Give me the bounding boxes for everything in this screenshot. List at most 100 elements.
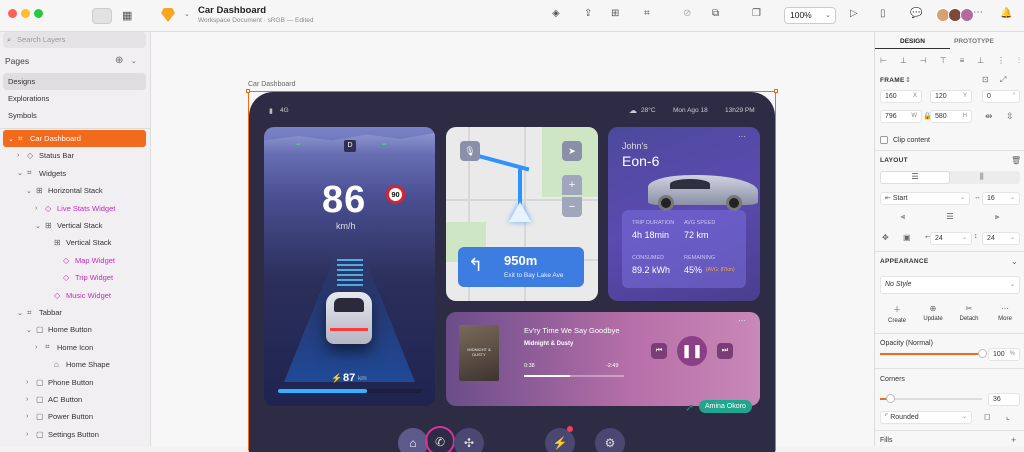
vertical-direction-icon[interactable]: ⫼: [980, 172, 984, 182]
bell-icon[interactable]: 🔔: [1000, 8, 1012, 19]
tidy-icon[interactable]: ⫶: [1018, 56, 1020, 68]
update-style-button[interactable]: ⊕ Update: [916, 304, 950, 322]
layer-item[interactable]: ⌄ ⊞ Vertical Stack: [0, 217, 151, 234]
chevron-down-icon[interactable]: ⌄: [131, 57, 137, 65]
layer-item[interactable]: ⌄ ⌗ Widgets: [0, 165, 151, 182]
insert-icon[interactable]: ⊞: [611, 8, 619, 19]
locate-icon[interactable]: ➤: [562, 141, 582, 161]
canvas[interactable]: Car Dashboard ▮ 4G ☁ 28°C Mon Ago 18 13h…: [151, 32, 874, 452]
corner-style-select[interactable]: ⌜ Rounded ⌄: [880, 411, 972, 424]
more-icon[interactable]: ⋯: [738, 132, 746, 141]
disclosure-chevron-icon[interactable]: ⌄: [8, 135, 14, 143]
distribute-icon[interactable]: ⋮: [997, 56, 1005, 68]
layer-item[interactable]: ⌄ ⊞ Horizontal Stack: [0, 182, 151, 199]
align-top-icon[interactable]: ⊤: [940, 56, 947, 68]
layer-item[interactable]: ⌄ ▢ Home Button: [0, 321, 151, 338]
direction-toggle[interactable]: ☰ ⫼: [880, 171, 1020, 184]
zoom-select[interactable]: 100% ⌄: [784, 7, 836, 24]
layer-item[interactable]: › ▢ Phone Button: [0, 374, 151, 391]
width-field[interactable]: 796 W: [880, 110, 922, 123]
search-input[interactable]: ⌕ Search Layers: [3, 32, 146, 48]
map-widget[interactable]: 🎙 ➤ + − ↰ 950m Exit to Bay Lake Ave: [446, 127, 598, 301]
corners-field[interactable]: 36: [988, 393, 1020, 406]
disclosure-chevron-icon[interactable]: ⌄: [17, 169, 23, 177]
justify-right-icon[interactable]: ⫸: [995, 212, 1000, 225]
chevron-down-icon[interactable]: ⌄: [184, 10, 190, 18]
component-icon[interactable]: ◈: [552, 8, 560, 19]
rotation-field[interactable]: 0 °: [982, 90, 1020, 103]
align-select[interactable]: ⇤ Start ⌄: [880, 192, 970, 205]
more-icon[interactable]: ⋯: [738, 316, 746, 325]
disclosure-chevron-icon[interactable]: ⌄: [26, 326, 32, 334]
resize-handle[interactable]: [246, 89, 250, 93]
vertical-padding-field[interactable]: 24 ⌄: [982, 232, 1020, 245]
chevron-updown-icon[interactable]: ⇕: [905, 76, 911, 84]
align-bottom-icon[interactable]: ⊥: [977, 56, 984, 68]
justify-center-icon[interactable]: ☰: [946, 212, 953, 225]
phone-button[interactable]: ✆: [425, 426, 455, 452]
padding-mode-icon[interactable]: ▣: [903, 233, 911, 242]
align-middle-icon[interactable]: ≡: [960, 56, 965, 68]
independent-corners-icon[interactable]: ⌞: [1006, 412, 1010, 421]
fit-icon[interactable]: ⊡: [982, 75, 989, 84]
tab-prototype[interactable]: PROTOTYPE: [954, 38, 994, 45]
y-field[interactable]: 120 Y: [930, 90, 972, 103]
close-window-button[interactable]: [8, 9, 17, 18]
sketch-logo-icon[interactable]: [161, 8, 175, 22]
disclosure-chevron-icon[interactable]: ›: [26, 396, 28, 403]
add-page-icon[interactable]: ⊕: [115, 55, 123, 66]
disclosure-chevron-icon[interactable]: ⌄: [26, 187, 32, 195]
pause-icon[interactable]: ❚❚: [677, 336, 707, 366]
arrange-icon[interactable]: ❐: [752, 8, 761, 19]
clip-content-checkbox[interactable]: [880, 136, 888, 144]
create-style-button[interactable]: ＋ Create: [880, 304, 914, 324]
opacity-field[interactable]: 100%: [988, 348, 1020, 361]
disclosure-chevron-icon[interactable]: ⌄: [35, 222, 41, 230]
detach-style-button[interactable]: ✂ Detach: [952, 304, 986, 322]
layer-item[interactable]: › ▢ AC Button: [0, 391, 151, 408]
previous-track-icon[interactable]: ⏮: [651, 343, 667, 359]
ac-button[interactable]: ✣: [454, 428, 484, 452]
layer-item[interactable]: ◇ Trip Widget: [0, 269, 151, 286]
padding-icon[interactable]: ✥: [882, 233, 889, 242]
document-title[interactable]: Car Dashboard: [198, 5, 266, 16]
page-item[interactable]: Designs: [3, 73, 146, 90]
disclosure-chevron-icon[interactable]: ›: [26, 379, 28, 386]
zoom-out-icon[interactable]: −: [562, 197, 582, 217]
resize-handle[interactable]: [774, 89, 778, 93]
layer-item[interactable]: ◇ Map Widget: [0, 252, 151, 269]
sidebar-toggle-icon[interactable]: [92, 8, 112, 24]
layer-item[interactable]: › ◇ Status Bar: [0, 147, 151, 164]
layer-item[interactable]: › ▢ Settings Button: [0, 426, 151, 443]
layer-item[interactable]: ◇ Music Widget: [0, 287, 151, 304]
frame-label[interactable]: Car Dashboard: [248, 81, 295, 88]
page-item[interactable]: Symbols: [3, 107, 146, 124]
spacing-icon[interactable]: ↔: [974, 194, 981, 201]
disclosure-chevron-icon[interactable]: ›: [17, 152, 19, 159]
disclosure-chevron-icon[interactable]: ›: [26, 431, 28, 438]
disclosure-chevron-icon[interactable]: ⌄: [17, 309, 23, 317]
opacity-slider-handle[interactable]: [978, 349, 987, 358]
flip-horizontal-icon[interactable]: ⇹: [985, 111, 993, 122]
more-style-button[interactable]: ⋯ More: [988, 304, 1022, 322]
next-track-icon[interactable]: ⏭: [717, 343, 733, 359]
progress-track[interactable]: [524, 375, 624, 377]
opacity-slider[interactable]: [880, 353, 982, 355]
frame-tool-icon[interactable]: ⌗: [644, 8, 650, 19]
zoom-in-icon[interactable]: +: [562, 175, 582, 195]
align-right-icon[interactable]: ⊣: [920, 56, 927, 68]
x-field[interactable]: 160 X: [880, 90, 922, 103]
grid-view-icon[interactable]: ▦: [122, 9, 132, 22]
flip-vertical-icon[interactable]: ⇳: [1006, 111, 1014, 122]
layer-item[interactable]: ⌄ ⌗ Car Dashboard: [3, 130, 146, 147]
tab-design[interactable]: DESIGN: [900, 38, 925, 45]
align-left-icon[interactable]: ⊢: [880, 56, 887, 68]
trip-widget[interactable]: ⋯ John's Eon-6 TRIP DURATION 4h 18min AV…: [608, 127, 760, 301]
page-item[interactable]: Explorations: [3, 90, 146, 107]
layer-item[interactable]: › ◇ Live Stats Widget: [0, 200, 151, 217]
maximize-window-button[interactable]: [34, 9, 43, 18]
corners-slider[interactable]: [880, 398, 982, 400]
height-field[interactable]: 580 H: [930, 110, 972, 123]
comment-icon[interactable]: 💬: [910, 8, 922, 19]
home-button[interactable]: ⌂: [398, 428, 428, 452]
